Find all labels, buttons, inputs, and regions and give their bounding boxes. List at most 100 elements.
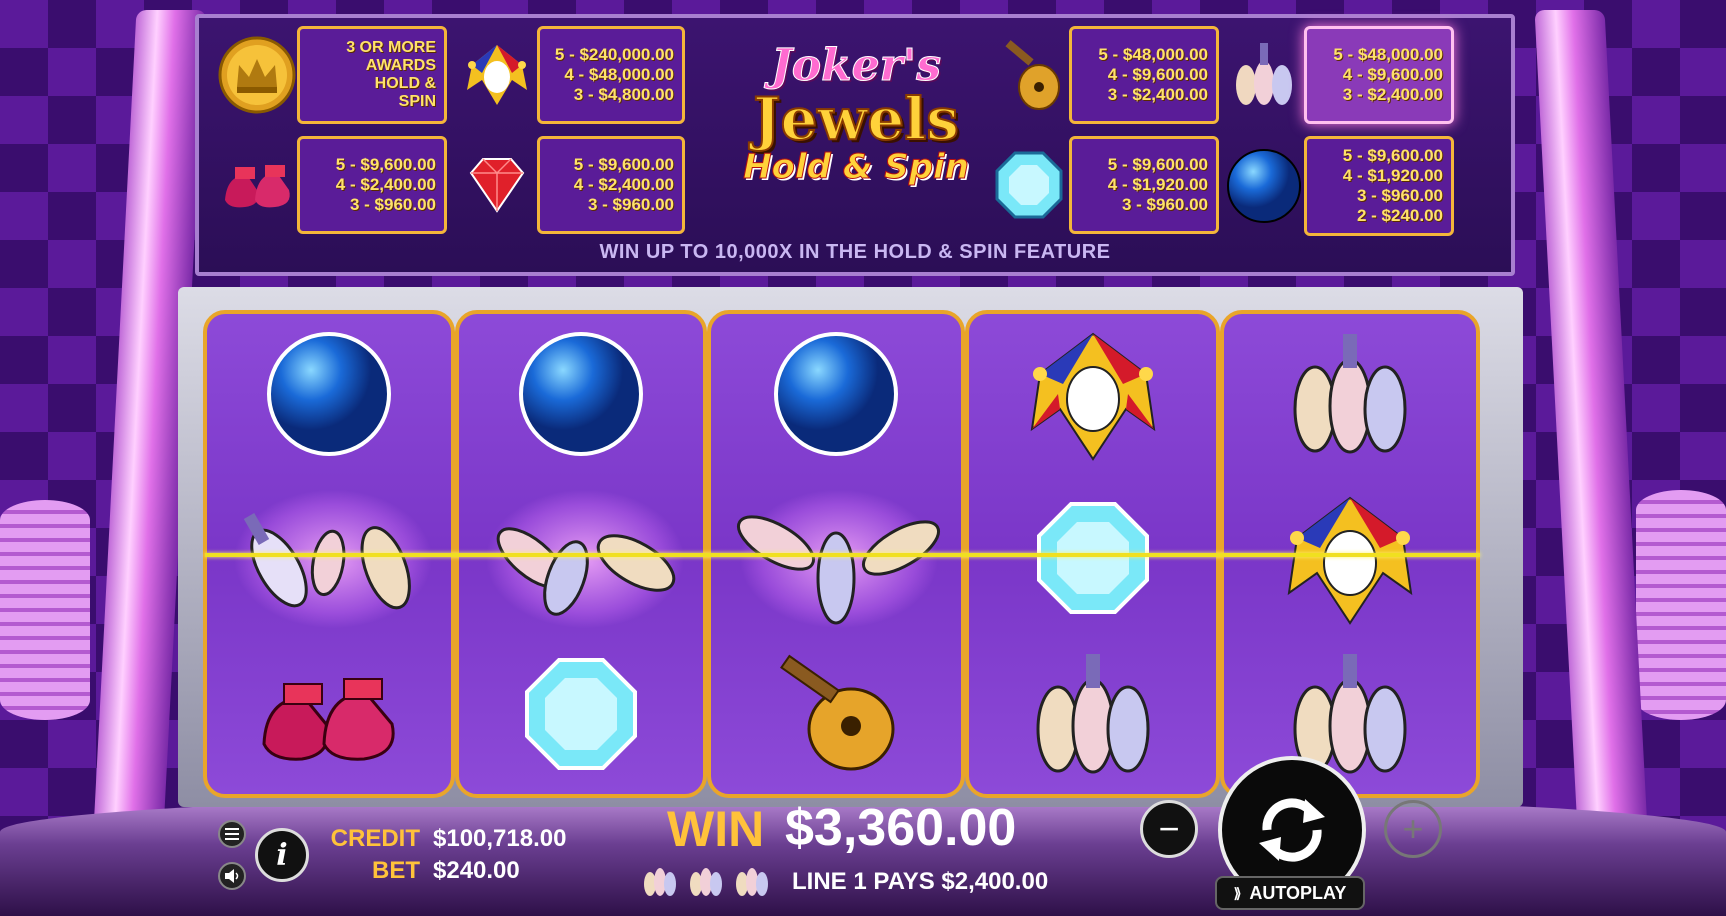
blue-ball-icon [774, 332, 898, 456]
pins-icon [644, 868, 676, 896]
reel-cell [969, 314, 1216, 474]
pins-icon [736, 868, 768, 896]
menu-button[interactable] [218, 820, 246, 848]
blue-ball-icon [267, 332, 391, 456]
pay-line: 5 - $9,600.00 [1107, 155, 1208, 174]
credit-value: $100,718.00 [433, 825, 567, 852]
pay-line: 3 - $960.00 [349, 195, 436, 214]
joker-icon [457, 35, 537, 115]
win-label: WIN [667, 801, 765, 857]
pay-line: 3 - $960.00 [1356, 186, 1443, 205]
autoplay-button[interactable]: ⟫ AUTOPLAY [1215, 876, 1365, 910]
lute-icon [989, 35, 1069, 115]
paytable-pins-box: 5 - $48,000.00 4 - $9,600.00 3 - $2,400.… [1304, 26, 1454, 124]
crown-coin-icon [217, 35, 297, 115]
logo-jokers: Joker's [770, 40, 942, 92]
credit-label: CREDIT [330, 825, 420, 852]
paytable-ruby: 5 - $9,600.00 4 - $2,400.00 3 - $960.00 [457, 136, 685, 234]
minus-icon: − [1158, 808, 1180, 849]
paytable-shoes-box: 5 - $9,600.00 4 - $2,400.00 3 - $960.00 [297, 136, 447, 234]
paytable-shoes: 5 - $9,600.00 4 - $2,400.00 3 - $960.00 [217, 136, 447, 234]
speaker-icon [225, 869, 239, 883]
increase-bet-button[interactable]: + [1384, 800, 1442, 858]
pay-line: AWARDS [365, 57, 436, 74]
coin-stack-left [0, 500, 90, 720]
pins-icon [1224, 35, 1304, 115]
paytable-lute: 5 - $48,000.00 4 - $9,600.00 3 - $2,400.… [989, 26, 1219, 124]
paytable-ruby-box: 5 - $9,600.00 4 - $2,400.00 3 - $960.00 [537, 136, 685, 234]
paytable-joker: 5 - $240,000.00 4 - $48,000.00 3 - $4,80… [457, 26, 685, 124]
pay-line: 3 OR MORE [346, 39, 436, 56]
pay-line: 4 - $1,920.00 [1342, 166, 1443, 185]
bet-value: $240.00 [433, 857, 520, 884]
shoes-icon [217, 145, 297, 225]
logo-jewels: Jewels [752, 85, 960, 153]
shoes-icon [262, 678, 395, 761]
pins-icon [1293, 334, 1407, 454]
pay-line: 3 - $960.00 [1121, 195, 1208, 214]
coin-stack-right [1636, 490, 1726, 720]
paytable-crown-box: 3 OR MORE AWARDS HOLD & SPIN [297, 26, 447, 124]
pay-line: 5 - $48,000.00 [1333, 45, 1443, 64]
pay-line: 5 - $9,600.00 [1342, 146, 1443, 165]
pay-line: 3 - $4,800.00 [573, 85, 674, 104]
info-button[interactable]: i [255, 828, 309, 882]
pay-line: 4 - $9,600.00 [1342, 65, 1443, 84]
ruby-icon [457, 145, 537, 225]
reel-cell [207, 314, 451, 474]
game-logo: Joker's Jewels Hold & Spin [726, 40, 986, 188]
pay-line: 5 - $9,600.00 [573, 155, 674, 174]
pins-icon [496, 527, 676, 616]
paytable-blue-ball-box: 5 - $9,600.00 4 - $1,920.00 3 - $960.00 … [1304, 136, 1454, 236]
diamond-icon [525, 658, 637, 770]
paytable-pins: 5 - $48,000.00 4 - $9,600.00 3 - $2,400.… [1224, 26, 1454, 124]
pay-line: 4 - $2,400.00 [573, 175, 674, 194]
pay-line: 4 - $1,920.00 [1107, 175, 1208, 194]
autoplay-label: AUTOPLAY [1249, 882, 1347, 903]
paytable-blue-ball: 5 - $9,600.00 4 - $1,920.00 3 - $960.00 … [1224, 136, 1454, 236]
pay-line: 4 - $2,400.00 [335, 175, 436, 194]
pay-line: 2 - $240.00 [1356, 206, 1443, 225]
blue-ball-icon [519, 332, 643, 456]
menu-icon [225, 828, 239, 840]
paytable-diamond-box: 5 - $9,600.00 4 - $1,920.00 3 - $960.00 [1069, 136, 1219, 234]
reel-cell [1224, 314, 1476, 474]
reel-cell [1224, 478, 1476, 638]
diamond-icon [1036, 502, 1149, 614]
reel-cell [711, 314, 961, 474]
joker-icon [1287, 496, 1413, 625]
reel-cell [711, 634, 961, 794]
pay-line: 5 - $9,600.00 [335, 155, 436, 174]
sound-button[interactable] [218, 862, 246, 890]
pay-line: HOLD & [374, 75, 436, 92]
decrease-bet-button[interactable]: − [1140, 800, 1198, 858]
logo-hold-spin: Hold & Spin [743, 147, 970, 188]
reel-cell [711, 478, 961, 638]
info-icon: i [276, 837, 288, 873]
lute-icon [780, 654, 895, 771]
paytable-crown: 3 OR MORE AWARDS HOLD & SPIN [217, 26, 447, 124]
reel-cell [207, 478, 451, 638]
reel-cell [459, 478, 703, 638]
pins-icon [690, 868, 722, 896]
reel-cell [969, 634, 1216, 794]
pay-line: 3 - $2,400.00 [1107, 85, 1208, 104]
pins-icon [1036, 654, 1149, 774]
paytable-lute-box: 5 - $48,000.00 4 - $9,600.00 3 - $2,400.… [1069, 26, 1219, 124]
paytable: 3 OR MORE AWARDS HOLD & SPIN 5 - $240,00… [195, 14, 1515, 276]
pay-line: SPIN [398, 93, 436, 110]
bet-label: BET [372, 857, 420, 884]
plus-icon: + [1402, 808, 1424, 849]
pay-line: 5 - $240,000.00 [554, 45, 674, 64]
line-win-symbols [640, 860, 772, 900]
reel-cell [969, 478, 1216, 638]
paytable-joker-box: 5 - $240,000.00 4 - $48,000.00 3 - $4,80… [537, 26, 685, 124]
reel-cell [207, 634, 451, 794]
pay-line: 3 - $2,400.00 [1342, 85, 1443, 104]
pins-icon [243, 513, 411, 610]
payline-1 [205, 553, 1480, 557]
pay-line: 4 - $48,000.00 [564, 65, 674, 84]
feature-text: WIN UP TO 10,000X IN THE HOLD & SPIN FEA… [599, 241, 1111, 263]
pay-line: 4 - $9,600.00 [1107, 65, 1208, 84]
line-pays-text: LINE 1 PAYS $2,400.00 [792, 868, 1049, 895]
